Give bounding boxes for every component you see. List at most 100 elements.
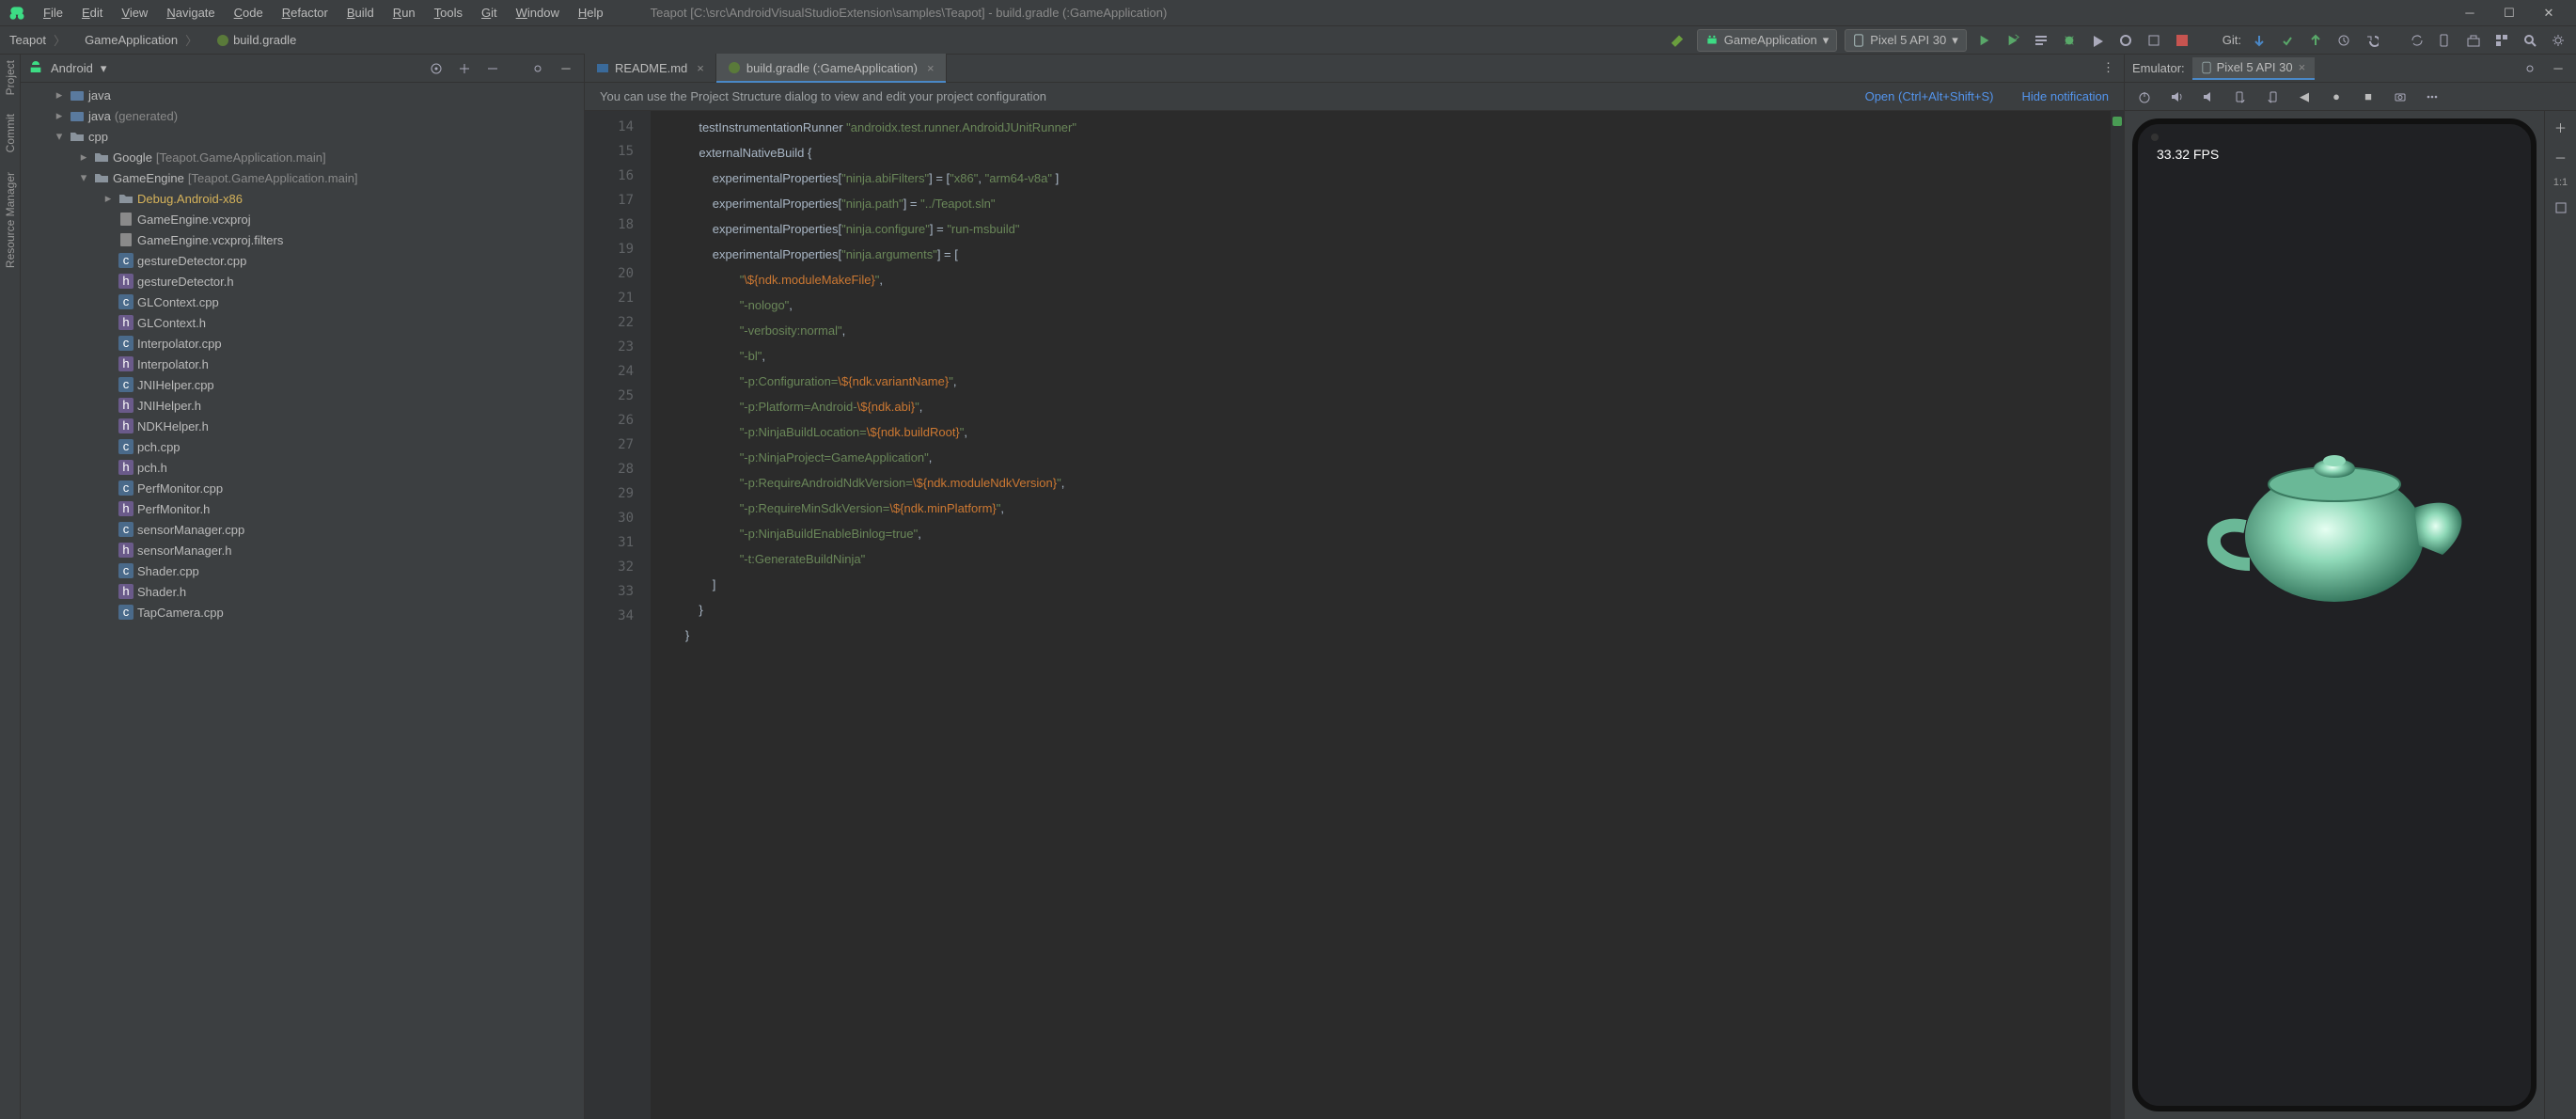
tree-node[interactable]: ▾GameEngine [Teapot.GameApplication.main… [21,167,584,188]
git-revert-button[interactable] [2362,30,2382,51]
menu-help[interactable]: Help [569,2,613,24]
overview-button[interactable]: ■ [2358,87,2379,107]
device-frame[interactable]: 33.32 FPS [2132,118,2537,1111]
tree-node[interactable]: GameEngine.vcxproj.filters [21,229,584,250]
hide-pane-button[interactable]: ─ [556,58,576,79]
coverage-button[interactable] [2087,30,2108,51]
screenshot-button[interactable] [2390,87,2411,107]
tree-node[interactable]: GameEngine.vcxproj [21,209,584,229]
tree-node[interactable]: hShader.h [21,581,584,602]
tree-node[interactable]: cJNIHelper.cpp [21,374,584,395]
git-commit-button[interactable] [2277,30,2298,51]
sync-project-button[interactable] [2407,30,2427,51]
tree-node[interactable]: hInterpolator.h [21,354,584,374]
menu-code[interactable]: Code [225,2,273,24]
sdk-manager-button[interactable] [2463,30,2484,51]
select-opened-file-button[interactable] [426,58,447,79]
menu-refactor[interactable]: Refactor [273,2,338,24]
emulator-settings-button[interactable] [2520,58,2540,79]
close-tab-icon[interactable]: × [2299,60,2306,74]
expand-all-button[interactable] [454,58,475,79]
tree-node[interactable]: hpch.h [21,457,584,478]
menu-git[interactable]: Git [472,2,507,24]
code-editor[interactable]: testInstrumentationRunner "androidx.test… [651,111,2111,1119]
tree-node[interactable]: cPerfMonitor.cpp [21,478,584,498]
settings-button[interactable] [2548,30,2568,51]
editor-tabs-more-button[interactable]: ⋮ [2093,54,2124,82]
volume-down-button[interactable] [2198,87,2219,107]
tree-node[interactable]: cTapCamera.cpp [21,602,584,623]
volume-up-button[interactable] [2166,87,2187,107]
editor-tab[interactable]: README.md× [585,54,716,82]
select-run-button[interactable] [2031,30,2051,51]
tree-node[interactable]: cpch.cpp [21,436,584,457]
power-button[interactable] [2134,87,2155,107]
tree-node[interactable]: ▸java [21,85,584,105]
tree-node[interactable]: hGLContext.h [21,312,584,333]
window-maximize-button[interactable]: ☐ [2490,0,2529,26]
breadcrumb-1[interactable]: GameApplication [75,26,207,55]
menu-file[interactable]: File [34,2,72,24]
profile-button[interactable] [2115,30,2136,51]
build-hammer-icon[interactable] [1669,30,1689,51]
breadcrumb-0[interactable]: Teapot [0,26,75,55]
tree-node[interactable]: cShader.cpp [21,560,584,581]
commit-tool-tab[interactable]: Commit [4,114,17,152]
notification-hide-link[interactable]: Hide notification [2022,89,2110,103]
tree-node[interactable]: ▸Google [Teapot.GameApplication.main] [21,147,584,167]
window-minimize-button[interactable]: ─ [2450,0,2490,26]
run-config-dropdown[interactable]: GameApplication ▾ [1697,29,1838,52]
close-tab-icon[interactable]: × [697,61,704,75]
breadcrumb-2[interactable]: build.gradle [207,26,313,55]
tree-node[interactable]: cInterpolator.cpp [21,333,584,354]
hide-emulator-button[interactable]: ─ [2548,58,2568,79]
zoom-fit-button[interactable] [2551,197,2571,218]
git-update-button[interactable] [2249,30,2270,51]
menu-navigate[interactable]: Navigate [157,2,224,24]
line-number-gutter[interactable]: 1415161718192021222324252627282930313233… [585,111,651,1119]
project-view-label[interactable]: Android [51,61,93,75]
close-tab-icon[interactable]: × [927,61,935,75]
back-button[interactable]: ◀ [2294,87,2315,107]
avd-manager-button[interactable] [2435,30,2456,51]
tree-node[interactable]: hJNIHelper.h [21,395,584,416]
project-tree[interactable]: ▸java▸java (generated)▾cpp▸Google [Teapo… [21,83,584,1119]
tree-node[interactable]: hPerfMonitor.h [21,498,584,519]
zoom-in-button[interactable]: ＋ [2551,117,2571,137]
menu-window[interactable]: Window [507,2,569,24]
rotate-left-button[interactable] [2230,87,2251,107]
device-dropdown[interactable]: Pixel 5 API 30 ▾ [1845,29,1966,52]
zoom-reset-button[interactable]: 1:1 [2553,177,2568,188]
menu-build[interactable]: Build [338,2,384,24]
menu-view[interactable]: View [112,2,157,24]
tree-node[interactable]: ▾cpp [21,126,584,147]
stop-button[interactable] [2172,30,2192,51]
extended-controls-button[interactable] [2422,87,2442,107]
error-stripe[interactable] [2111,111,2124,1119]
notification-open-link[interactable]: Open (Ctrl+Alt+Shift+S) [1865,89,1994,103]
tree-node[interactable]: cgestureDetector.cpp [21,250,584,271]
tree-node[interactable]: cGLContext.cpp [21,292,584,312]
tree-node[interactable]: hNDKHelper.h [21,416,584,436]
git-history-button[interactable] [2333,30,2354,51]
tree-node[interactable]: hgestureDetector.h [21,271,584,292]
zoom-out-button[interactable]: － [2551,147,2571,167]
git-push-button[interactable] [2305,30,2326,51]
menu-run[interactable]: Run [384,2,425,24]
resource-manager-button[interactable] [2491,30,2512,51]
resource-manager-tool-tab[interactable]: Resource Manager [4,172,17,268]
editor-tab[interactable]: build.gradle (:GameApplication)× [716,54,947,82]
search-everywhere-button[interactable] [2520,30,2540,51]
debug-button[interactable] [2059,30,2080,51]
run-button[interactable] [1974,30,1995,51]
tree-node[interactable]: csensorManager.cpp [21,519,584,540]
collapse-all-button[interactable] [482,58,503,79]
apply-changes-button[interactable] [2003,30,2023,51]
project-tool-tab[interactable]: Project [4,60,17,95]
rotate-right-button[interactable] [2262,87,2283,107]
emulator-device-tab[interactable]: Pixel 5 API 30 × [2192,57,2316,80]
pane-settings-button[interactable] [527,58,548,79]
tree-node[interactable]: ▸Debug.Android-x86 [21,188,584,209]
tree-node[interactable]: hsensorManager.h [21,540,584,560]
window-close-button[interactable]: ✕ [2529,0,2568,26]
